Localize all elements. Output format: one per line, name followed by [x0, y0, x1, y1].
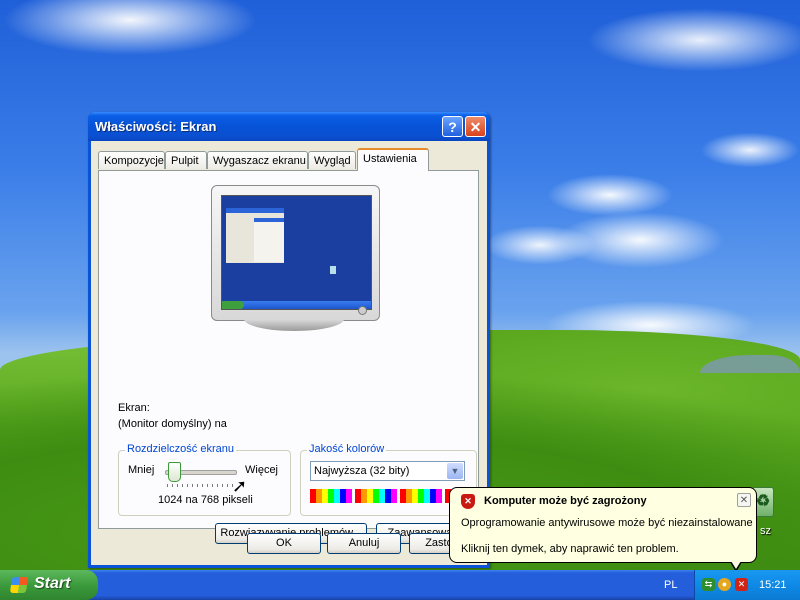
network-icon[interactable]: ⇆ — [702, 578, 715, 591]
display-label: Ekran: — [118, 402, 150, 414]
security-center-icon[interactable]: ● — [718, 578, 731, 591]
recycle-bin-label[interactable]: sz — [760, 525, 771, 537]
tab-appearance[interactable]: Wygląd — [308, 151, 356, 169]
color-spectrum-bar — [310, 489, 465, 503]
security-shield-icon: ✕ — [461, 494, 475, 509]
language-indicator[interactable]: PL — [664, 579, 677, 591]
preview-taskbar — [222, 301, 371, 309]
preview-start-button — [222, 301, 244, 309]
color-quality-selected: Najwyższa (32 bity) — [314, 465, 410, 477]
monitor-screen — [221, 195, 372, 310]
taskbar: Start PL ⇆ ● ✕ 15:21 — [0, 570, 800, 600]
tab-settings[interactable]: Ustawienia — [357, 148, 429, 171]
monitor-preview — [211, 185, 380, 321]
monitor-name: (Monitor domyślny) na — [118, 418, 227, 430]
tab-screensaver[interactable]: Wygaszacz ekranu — [207, 151, 308, 169]
resolution-group-title: Rozdzielczość ekranu — [125, 443, 236, 455]
start-label: Start — [34, 575, 71, 592]
preview-recycle-icon — [330, 266, 336, 274]
windows-logo-icon — [9, 577, 29, 593]
balloon-message: Oprogramowanie antywirusowe może być nie… — [461, 517, 753, 529]
resolution-slider-thumb[interactable] — [168, 462, 181, 482]
title-bar[interactable]: Właściwości: Ekran ? ✕ — [88, 112, 490, 141]
dialog-client-area: Kompozycje Pulpit Wygaszacz ekranu Wyglą… — [91, 141, 487, 565]
clock[interactable]: 15:21 — [759, 579, 787, 591]
monitor-stand — [244, 319, 344, 331]
ok-button[interactable]: OK — [247, 533, 321, 554]
color-quality-group-title: Jakość kolorów — [307, 443, 387, 455]
balloon-tail-fill — [731, 561, 741, 569]
slider-ticks — [167, 484, 237, 487]
system-tray: ⇆ ● ✕ 15:21 — [694, 570, 800, 600]
chevron-down-icon[interactable]: ▼ — [447, 463, 463, 479]
monitor-power-led — [358, 306, 367, 315]
settings-tab-panel: Ekran: (Monitor domyślny) na Rozdzielczo… — [98, 170, 479, 544]
balloon-close-button[interactable]: ✕ — [737, 493, 751, 507]
balloon-title: Komputer może być zagrożony — [484, 495, 647, 507]
resolution-more-label: Więcej — [245, 464, 279, 476]
help-button[interactable]: ? — [442, 116, 463, 137]
balloon-action-text: Kliknij ten dymek, aby naprawić ten prob… — [461, 543, 679, 555]
color-quality-select[interactable]: Najwyższa (32 bity) ▼ — [310, 461, 465, 481]
display-properties-window: Właściwości: Ekran ? ✕ Kompozycje Pulpit… — [88, 112, 490, 568]
preview-dialog — [254, 218, 284, 262]
mouse-cursor-icon: ➚ — [232, 476, 248, 496]
security-alert-balloon[interactable]: ✕ Komputer może być zagrożony ✕ Oprogram… — [449, 487, 757, 572]
start-button[interactable]: Start — [0, 570, 98, 600]
cancel-button[interactable]: Anuluj — [327, 533, 401, 554]
close-button[interactable]: ✕ — [465, 116, 486, 137]
resolution-group: Rozdzielczość ekranu Mniej Więcej 1024 n… — [118, 443, 291, 516]
resolution-less-label: Mniej — [128, 464, 155, 476]
tab-themes[interactable]: Kompozycje — [98, 151, 165, 169]
window-title: Właściwości: Ekran — [95, 119, 217, 134]
tab-desktop[interactable]: Pulpit — [165, 151, 207, 169]
security-alert-icon[interactable]: ✕ — [735, 578, 748, 591]
